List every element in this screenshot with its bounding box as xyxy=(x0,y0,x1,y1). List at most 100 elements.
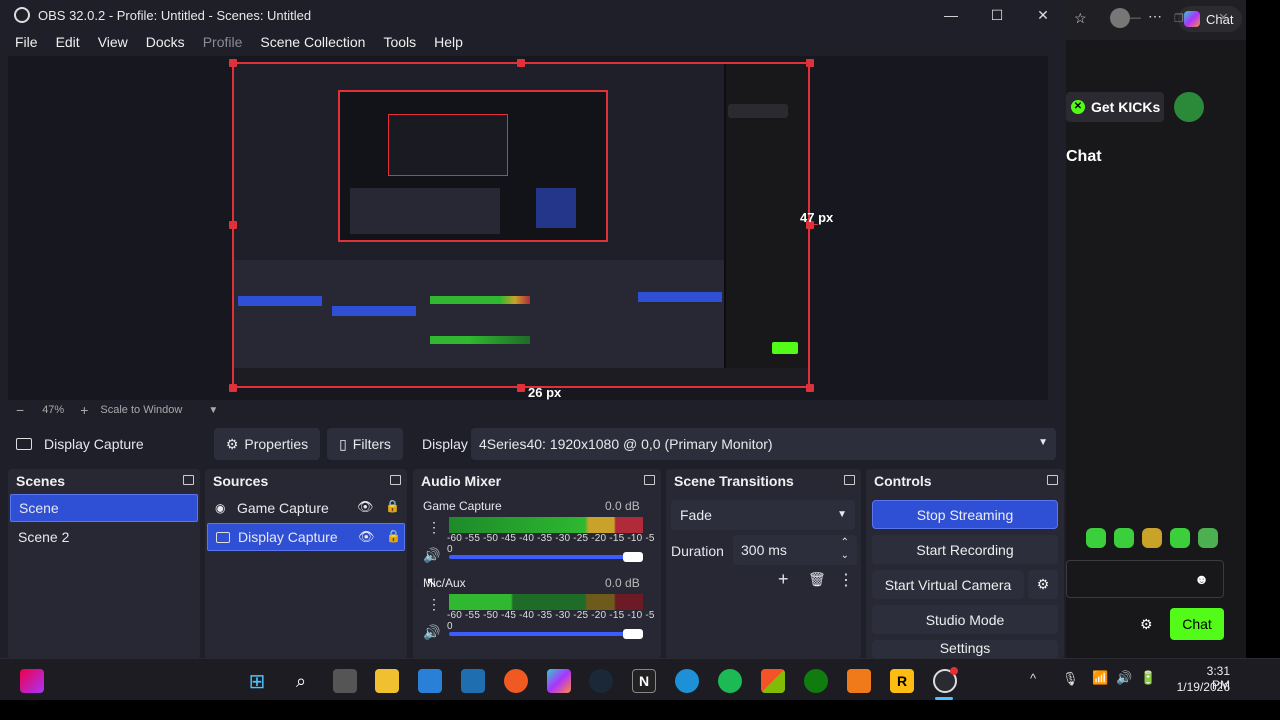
zoom-in-button[interactable]: + xyxy=(80,402,88,418)
speaker-icon[interactable]: 🔊 xyxy=(423,547,440,564)
notion-icon[interactable]: N xyxy=(632,669,656,693)
wifi-icon[interactable]: 📶 xyxy=(1092,670,1108,686)
add-icon[interactable]: + xyxy=(778,569,789,590)
task-view-icon[interactable] xyxy=(333,669,357,693)
scene-item[interactable]: Scene 2 xyxy=(10,523,198,551)
copilot-chat-button[interactable]: Chat xyxy=(1178,6,1242,32)
kebab-menu-icon[interactable]: ⋮ xyxy=(427,519,441,536)
emote-icon[interactable] xyxy=(1142,528,1162,548)
xbox-icon[interactable] xyxy=(804,669,828,693)
chat-input[interactable]: ☻ xyxy=(1066,560,1224,598)
edge-icon[interactable] xyxy=(675,669,699,693)
source-item[interactable]: ◉ Game Capture 👁 🔒 xyxy=(207,494,405,522)
popout-icon[interactable] xyxy=(644,475,655,485)
microphone-icon[interactable]: 🎙 xyxy=(1062,671,1079,687)
profile-avatar[interactable] xyxy=(1110,8,1130,28)
minimize-icon[interactable]: — xyxy=(928,0,974,30)
menu-view[interactable]: View xyxy=(98,34,128,50)
emote-icon[interactable] xyxy=(1198,528,1218,548)
resize-handle-t[interactable] xyxy=(517,59,525,67)
kick-avatar[interactable] xyxy=(1174,92,1204,122)
volume-icon[interactable]: 🔊 xyxy=(1116,670,1132,686)
browser-minimize-icon[interactable]: — xyxy=(1130,12,1141,24)
chevron-up-icon[interactable]: ^ xyxy=(1030,671,1036,686)
popout-icon[interactable] xyxy=(844,475,855,485)
popout-icon[interactable] xyxy=(183,475,194,485)
resize-handle-l[interactable] xyxy=(229,221,237,229)
zoom-out-button[interactable]: − xyxy=(16,402,24,418)
app-a-icon[interactable] xyxy=(847,669,871,693)
kebab-menu-icon[interactable]: ⋮ xyxy=(427,596,441,613)
clock-date[interactable]: 1/19/2026 xyxy=(1170,680,1230,694)
file-explorer-icon[interactable] xyxy=(375,669,399,693)
menu-edit[interactable]: Edit xyxy=(56,34,80,50)
notes-icon[interactable] xyxy=(461,669,485,693)
studio-mode-button[interactable]: Studio Mode xyxy=(872,605,1058,634)
favorites-icon[interactable]: ☆ xyxy=(1074,10,1087,27)
settings-button[interactable]: Settings xyxy=(872,640,1058,658)
copilot-app-icon[interactable] xyxy=(20,669,44,693)
lock-icon[interactable]: 🔒 xyxy=(385,499,400,513)
battery-icon[interactable]: 🔋 xyxy=(1140,670,1156,686)
virtual-camera-settings-button[interactable]: ⚙ xyxy=(1028,570,1058,599)
menu-help[interactable]: Help xyxy=(434,34,463,50)
popout-icon[interactable] xyxy=(1047,475,1058,485)
menu-scene-collection[interactable]: Scene Collection xyxy=(260,34,365,50)
menu-tools[interactable]: Tools xyxy=(383,34,416,50)
resize-handle-tl[interactable] xyxy=(229,59,237,67)
filters-button[interactable]: ▯ Filters xyxy=(327,428,403,460)
properties-button[interactable]: ⚙ Properties xyxy=(214,428,320,460)
volume-slider[interactable] xyxy=(449,555,635,559)
emote-icon[interactable] xyxy=(1114,528,1134,548)
kebab-menu-icon[interactable]: ⋮ xyxy=(838,570,854,590)
duration-stepper[interactable]: 300 ms ⌃ ⌄ xyxy=(733,535,857,565)
browser-restore-icon[interactable]: ❐ xyxy=(1174,12,1184,25)
maximize-icon[interactable]: ☐ xyxy=(974,0,1020,30)
scene-item[interactable]: Scene xyxy=(10,494,198,522)
menu-docks[interactable]: Docks xyxy=(146,34,185,50)
more-icon[interactable]: ⋯ xyxy=(1148,8,1162,25)
rockstar-icon[interactable]: R xyxy=(890,669,914,693)
menu-file[interactable]: File xyxy=(15,34,38,50)
mail-icon[interactable] xyxy=(418,669,442,693)
emote-icon[interactable] xyxy=(1086,528,1106,548)
resize-handle-b[interactable] xyxy=(517,384,525,392)
resize-handle-tr[interactable] xyxy=(806,59,814,67)
steam-icon[interactable] xyxy=(589,669,613,693)
volume-slider-knob[interactable] xyxy=(623,552,643,562)
start-virtual-camera-button[interactable]: Start Virtual Camera xyxy=(872,570,1024,599)
copilot-taskbar-icon[interactable] xyxy=(547,669,571,693)
start-recording-button[interactable]: Start Recording xyxy=(872,535,1058,564)
trash-icon[interactable]: 🗑 xyxy=(808,571,826,588)
chevron-up-icon[interactable]: ⌃ xyxy=(841,537,849,548)
volume-slider[interactable] xyxy=(449,632,635,636)
windows-start-icon[interactable]: ⊞ xyxy=(245,669,269,693)
spotify-icon[interactable] xyxy=(718,669,742,693)
microsoft-store-icon[interactable] xyxy=(761,669,785,693)
preview-canvas[interactable] xyxy=(232,62,810,388)
source-item[interactable]: Display Capture 👁 🔒 xyxy=(207,523,405,551)
volume-slider-knob[interactable] xyxy=(623,629,643,639)
display-select[interactable]: 4Series40: 1920x1080 @ 0,0 (Primary Moni… xyxy=(471,428,1056,460)
stop-streaming-button[interactable]: Stop Streaming xyxy=(872,500,1058,529)
emote-icon[interactable] xyxy=(1170,528,1190,548)
lock-icon[interactable]: 🔒 xyxy=(386,529,401,543)
search-icon[interactable]: ⌕ xyxy=(289,669,313,693)
close-icon[interactable]: ✕ xyxy=(1020,0,1066,30)
browser-close-icon[interactable]: ✕ xyxy=(1218,10,1229,26)
resize-handle-br[interactable] xyxy=(806,384,814,392)
eye-icon[interactable]: 👁 xyxy=(358,529,375,545)
menu-profile[interactable]: Profile xyxy=(203,34,243,50)
transition-select[interactable]: Fade ▼ xyxy=(671,500,855,530)
popout-icon[interactable] xyxy=(390,475,401,485)
chat-send-button[interactable]: Chat xyxy=(1170,608,1224,640)
chevron-down-icon[interactable]: ▼ xyxy=(208,405,218,416)
emoji-icon[interactable]: ☻ xyxy=(1194,571,1209,587)
chevron-down-icon[interactable]: ⌄ xyxy=(841,550,849,561)
soundcloud-icon[interactable] xyxy=(504,669,528,693)
resize-handle-bl[interactable] xyxy=(229,384,237,392)
speaker-icon[interactable]: 🔊 xyxy=(423,624,440,641)
eye-icon[interactable]: 👁 xyxy=(357,499,374,515)
get-kicks-button[interactable]: ✕ Get KICKs xyxy=(1066,92,1164,122)
chat-settings-gear-icon[interactable]: ⚙ xyxy=(1140,616,1153,633)
